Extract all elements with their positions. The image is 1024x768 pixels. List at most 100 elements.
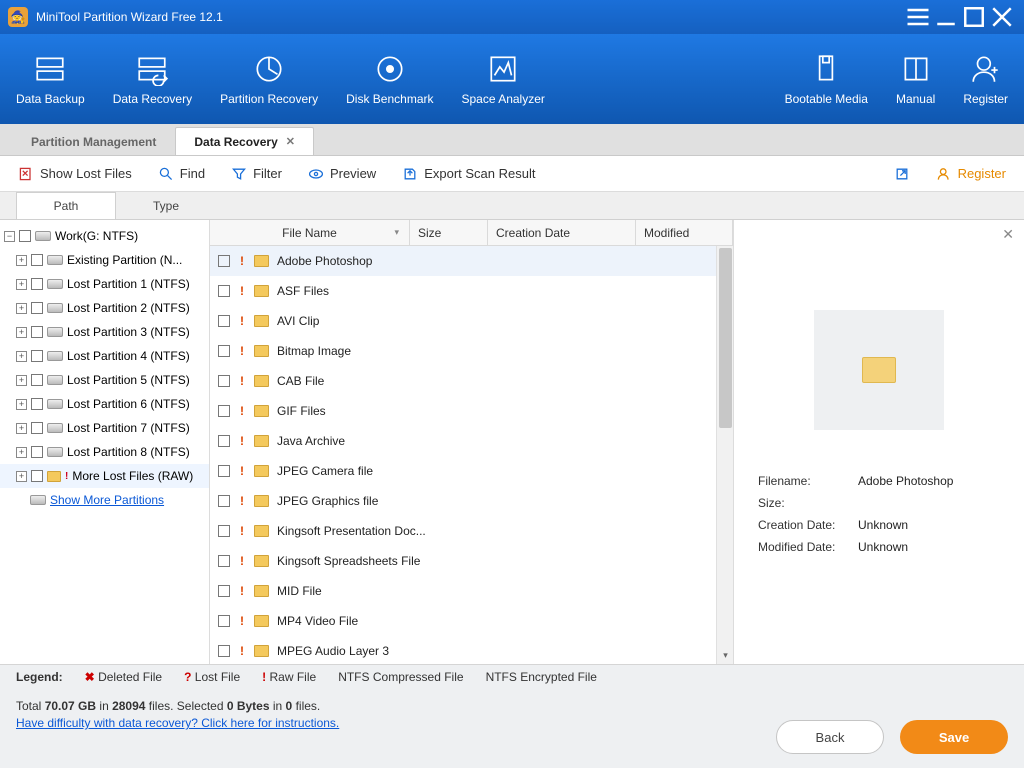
checkbox[interactable] — [218, 315, 230, 327]
data-backup-button[interactable]: Data Backup — [2, 34, 99, 124]
file-row[interactable]: !JPEG Graphics file — [210, 486, 733, 516]
file-row[interactable]: !GIF Files — [210, 396, 733, 426]
checkbox[interactable] — [218, 435, 230, 447]
column-modified[interactable]: Modified — [636, 220, 733, 245]
checkbox[interactable] — [218, 345, 230, 357]
scrollbar-thumb[interactable] — [719, 248, 732, 428]
checkbox[interactable] — [31, 302, 43, 314]
tree-show-more-partitions[interactable]: Show More Partitions — [0, 488, 209, 512]
close-button[interactable] — [988, 3, 1016, 31]
data-recovery-button[interactable]: Data Recovery — [99, 34, 206, 124]
detail-close-icon[interactable]: ✕ — [1002, 226, 1014, 243]
checkbox[interactable] — [218, 375, 230, 387]
expand-icon[interactable]: + — [16, 327, 27, 338]
file-row[interactable]: !CAB File — [210, 366, 733, 396]
file-list-body[interactable]: !Adobe Photoshop!ASF Files!AVI Clip!Bitm… — [210, 246, 733, 664]
checkbox[interactable] — [218, 405, 230, 417]
file-row[interactable]: !AVI Clip — [210, 306, 733, 336]
file-row[interactable]: !Kingsoft Spreadsheets File — [210, 546, 733, 576]
checkbox[interactable] — [31, 278, 43, 290]
file-row[interactable]: !MP4 Video File — [210, 606, 733, 636]
column-size[interactable]: Size — [410, 220, 488, 245]
export-scan-result-button[interactable]: Export Scan Result — [402, 166, 535, 182]
checkbox[interactable] — [19, 230, 31, 242]
checkbox[interactable] — [31, 350, 43, 362]
file-row[interactable]: !Bitmap Image — [210, 336, 733, 366]
tree-item[interactable]: +Lost Partition 6 (NTFS) — [0, 392, 209, 416]
column-creation-date[interactable]: Creation Date — [488, 220, 636, 245]
column-file-name[interactable]: File Name▾ — [210, 220, 410, 245]
maximize-button[interactable] — [960, 3, 988, 31]
tab-partition-management[interactable]: Partition Management — [12, 127, 175, 155]
checkbox[interactable] — [218, 585, 230, 597]
expand-icon[interactable]: + — [16, 423, 27, 434]
tree-root[interactable]: − Work(G: NTFS) — [0, 224, 209, 248]
filter-button[interactable]: Filter — [231, 166, 282, 182]
checkbox[interactable] — [218, 525, 230, 537]
tab-close-icon[interactable]: ✕ — [286, 135, 295, 148]
checkbox[interactable] — [31, 470, 43, 482]
expand-icon[interactable]: + — [16, 471, 27, 482]
checkbox[interactable] — [31, 374, 43, 386]
hamburger-icon[interactable] — [904, 3, 932, 31]
tree-item[interactable]: +Lost Partition 1 (NTFS) — [0, 272, 209, 296]
register-link[interactable]: Register — [936, 166, 1006, 182]
collapse-icon[interactable]: − — [4, 231, 15, 242]
share-button[interactable] — [894, 166, 910, 182]
back-button[interactable]: Back — [776, 720, 884, 754]
checkbox[interactable] — [218, 495, 230, 507]
expand-icon[interactable]: + — [16, 447, 27, 458]
expand-icon[interactable]: + — [16, 351, 27, 362]
tab-path[interactable]: Path — [16, 192, 116, 219]
file-row[interactable]: !ASF Files — [210, 276, 733, 306]
file-row[interactable]: !MID File — [210, 576, 733, 606]
file-row[interactable]: !Kingsoft Presentation Doc... — [210, 516, 733, 546]
tree-item[interactable]: +Lost Partition 2 (NTFS) — [0, 296, 209, 320]
expand-icon[interactable]: + — [16, 375, 27, 386]
file-row[interactable]: !Adobe Photoshop — [210, 246, 733, 276]
show-lost-files-button[interactable]: Show Lost Files — [18, 166, 132, 182]
tree-pane[interactable]: − Work(G: NTFS) +Existing Partition (N..… — [0, 220, 210, 664]
tree-item[interactable]: +Lost Partition 5 (NTFS) — [0, 368, 209, 392]
scrollbar[interactable]: ▴ ▾ — [716, 246, 733, 664]
file-row[interactable]: !MPEG Audio Layer 3 — [210, 636, 733, 664]
checkbox[interactable] — [31, 446, 43, 458]
tree-item[interactable]: +Existing Partition (N... — [0, 248, 209, 272]
partition-recovery-button[interactable]: Partition Recovery — [206, 34, 332, 124]
checkbox[interactable] — [218, 555, 230, 567]
checkbox[interactable] — [31, 422, 43, 434]
expand-icon[interactable]: + — [16, 399, 27, 410]
file-row[interactable]: !Java Archive — [210, 426, 733, 456]
tree-item[interactable]: +Lost Partition 8 (NTFS) — [0, 440, 209, 464]
checkbox[interactable] — [218, 285, 230, 297]
bootable-media-button[interactable]: Bootable Media — [771, 34, 882, 124]
scroll-down-icon[interactable]: ▾ — [717, 647, 733, 664]
expand-icon[interactable]: + — [16, 279, 27, 290]
minimize-button[interactable] — [932, 3, 960, 31]
register-button[interactable]: Register — [949, 34, 1022, 124]
expand-icon[interactable]: + — [16, 255, 27, 266]
show-more-partitions-link[interactable]: Show More Partitions — [50, 493, 164, 507]
checkbox[interactable] — [31, 254, 43, 266]
space-analyzer-button[interactable]: Space Analyzer — [448, 34, 559, 124]
tree-item[interactable]: +Lost Partition 7 (NTFS) — [0, 416, 209, 440]
checkbox[interactable] — [218, 615, 230, 627]
tree-item-more-lost-files[interactable]: + ! More Lost Files (RAW) — [0, 464, 209, 488]
manual-button[interactable]: Manual — [882, 34, 949, 124]
checkbox[interactable] — [31, 398, 43, 410]
checkbox[interactable] — [218, 255, 230, 267]
find-button[interactable]: Find — [158, 166, 205, 182]
help-link[interactable]: Have difficulty with data recovery? Clic… — [16, 716, 339, 730]
checkbox[interactable] — [31, 326, 43, 338]
tree-item[interactable]: +Lost Partition 3 (NTFS) — [0, 320, 209, 344]
disk-benchmark-button[interactable]: Disk Benchmark — [332, 34, 447, 124]
save-button[interactable]: Save — [900, 720, 1008, 754]
tree-item[interactable]: +Lost Partition 4 (NTFS) — [0, 344, 209, 368]
checkbox[interactable] — [218, 645, 230, 657]
tab-type[interactable]: Type — [116, 192, 216, 219]
preview-button[interactable]: Preview — [308, 166, 376, 182]
expand-icon[interactable]: + — [16, 303, 27, 314]
checkbox[interactable] — [218, 465, 230, 477]
file-row[interactable]: !JPEG Camera file — [210, 456, 733, 486]
tab-data-recovery[interactable]: Data Recovery ✕ — [175, 127, 314, 155]
